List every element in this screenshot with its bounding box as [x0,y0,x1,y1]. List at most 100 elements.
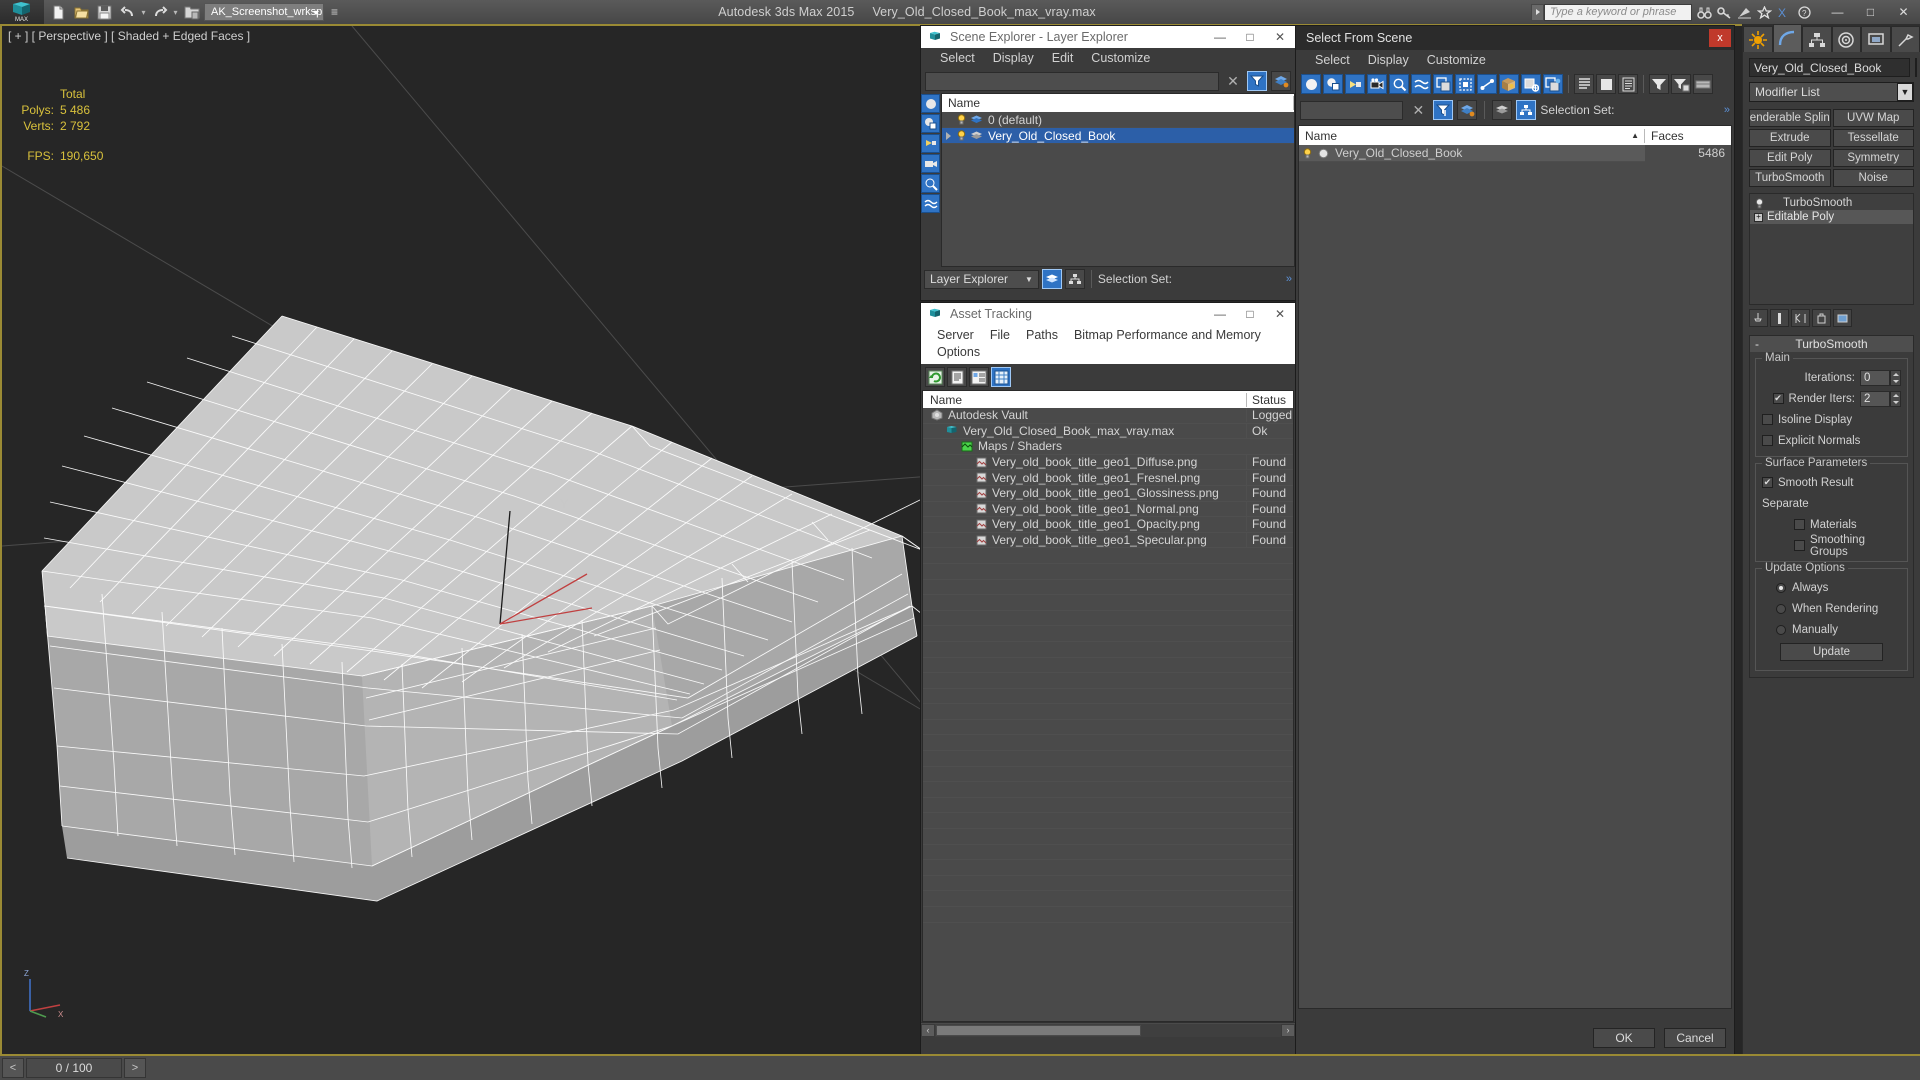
scene-explorer-column-header[interactable]: Name [942,94,1294,112]
asset-tracking-window[interactable]: Asset Tracking — □ ✕ Server File Paths B… [920,302,1296,1061]
update-button[interactable]: Update [1780,643,1883,661]
asset-row[interactable]: Very_old_book_title_geo1_Specular.png Fou… [923,533,1293,549]
utilities-tab[interactable] [1890,26,1920,52]
menu-bitmap-performance[interactable]: Bitmap Performance and Memory [1066,327,1269,344]
frame-counter[interactable]: 0 / 100 [26,1058,122,1078]
menu-display[interactable]: Display [984,48,1043,69]
frozen-objects-filter-icon[interactable] [1543,74,1563,94]
redo-dropdown-arrow[interactable]: ▾ [172,2,179,23]
asset-row-empty[interactable] [923,767,1293,783]
modifier-button-symmetry[interactable]: Symmetry [1832,149,1914,167]
scene-explorer-maximize[interactable]: □ [1235,26,1265,48]
cancel-button[interactable]: Cancel [1664,1028,1726,1048]
scene-explorer-window[interactable]: Scene Explorer - Layer Explorer — □ ✕ Se… [920,25,1296,301]
asset-table-header[interactable]: Name Status [923,391,1293,408]
explorer-mode-dropdown[interactable]: Layer Explorer ▼ [924,269,1039,289]
spacewarps-filter-icon[interactable] [921,194,940,213]
clear-search-icon[interactable]: ✕ [1407,101,1429,120]
next-frame-button[interactable]: > [124,1058,146,1078]
previous-frame-button[interactable]: < [2,1058,24,1078]
iterations-value[interactable]: 0 [1860,369,1890,386]
motion-tab[interactable] [1831,26,1861,52]
save-file-icon[interactable] [94,2,115,23]
asset-tracking-horizontal-scrollbar[interactable]: ‹ › [921,1022,1295,1037]
configure-modifier-sets-icon[interactable] [1833,309,1852,327]
scroll-right-button[interactable]: › [1281,1023,1295,1037]
layer-mode-toggle-icon[interactable] [1041,269,1062,289]
asset-row[interactable]: Very_old_book_title_geo1_Glossiness.png F… [923,486,1293,502]
pin-stack-icon[interactable] [1749,309,1768,327]
search-input[interactable]: Type a keyword or phrase [1544,3,1692,21]
workspace-overflow-icon[interactable]: ≡ [326,2,343,23]
lightbulb-icon[interactable] [1754,197,1765,209]
viewport-label[interactable]: [ + ] [ Perspective ] [ Shaded + Edged F… [8,29,250,43]
asset-row-empty[interactable] [923,876,1293,892]
menu-server[interactable]: Server [929,327,982,344]
clear-search-icon[interactable]: ✕ [1223,72,1243,91]
scene-object-row[interactable]: Very_Old_Closed_Book 5486 [1299,144,1731,162]
object-name-field[interactable] [1749,58,1910,77]
filter-funnel-icon[interactable] [1649,74,1669,94]
separate-materials-checkbox[interactable] [1794,519,1805,530]
lightbulb-icon[interactable] [1299,147,1316,159]
menu-customize[interactable]: Customize [1418,50,1495,71]
maximize-button[interactable]: □ [1854,0,1887,24]
render-iters-value[interactable]: 2 [1860,390,1890,407]
undo-dropdown-arrow[interactable]: ▾ [140,2,147,23]
expand-plus-icon[interactable]: + [1754,212,1763,222]
select-from-scene-list[interactable]: Name ▲ Faces Very_Old_Closed_Book 5486 [1298,125,1732,1009]
expand-triangle-icon[interactable] [942,132,954,140]
isoline-display-checkbox[interactable] [1762,414,1773,425]
modifier-list-dropdown[interactable]: Modifier List ▼ [1749,82,1914,102]
layer-row-very-old-closed-book[interactable]: Very_Old_Closed_Book [942,128,1294,144]
modifier-stack-item-editable-poly[interactable]: + Editable Poly [1750,210,1913,224]
asset-row-empty[interactable] [923,673,1293,689]
geometry-filter-icon[interactable] [921,94,940,113]
undo-icon[interactable] [117,2,138,23]
modifier-button-uvw-map[interactable]: UVW Map [1832,109,1914,127]
cameras-filter-icon[interactable] [1367,74,1387,94]
details-view-icon[interactable] [969,367,989,387]
lightbulb-icon[interactable] [954,130,968,141]
select-from-scene-dialog[interactable]: Select From Scene x Select Display Custo… [1295,25,1735,1056]
asset-row-empty[interactable] [923,829,1293,845]
select-from-scene-search-input[interactable] [1300,100,1404,120]
helpers-filter-icon[interactable] [921,174,940,193]
exchange-icon[interactable]: X [1775,3,1794,22]
shapes-filter-icon[interactable] [1323,74,1343,94]
filter-toggle-icon[interactable] [1247,71,1267,91]
asset-row[interactable]: Very_old_book_title_geo1_Diffuse.png Foun… [923,455,1293,471]
asset-tracking-titlebar[interactable]: Asset Tracking — □ ✕ [921,303,1295,325]
asset-row-empty[interactable] [923,735,1293,752]
modifier-button-extrude[interactable]: Extrude [1749,129,1831,147]
when-rendering-radio[interactable] [1776,603,1786,614]
modifier-stack-item-turbosmooth[interactable]: TurboSmooth [1750,196,1913,210]
key-icon[interactable] [1715,3,1734,22]
asset-row-empty[interactable] [923,798,1293,814]
satellite-dish-icon[interactable] [1735,3,1754,22]
modifier-button-turbosmooth[interactable]: TurboSmooth [1749,169,1831,187]
menu-options[interactable]: Options [929,344,988,361]
asset-row-empty[interactable] [923,907,1293,923]
asset-row-empty[interactable] [923,720,1293,736]
always-radio[interactable] [1776,582,1786,593]
menu-display[interactable]: Display [1359,50,1418,71]
object-color-swatch[interactable] [1915,58,1917,77]
layer-filter-icon[interactable] [1457,100,1478,120]
lights-filter-icon[interactable] [1345,74,1365,94]
particle-systems-filter-icon[interactable] [1521,74,1541,94]
asset-row-empty[interactable] [923,860,1293,876]
shapes-filter-icon[interactable] [921,114,940,133]
select-from-scene-titlebar[interactable]: Select From Scene x [1296,26,1734,50]
close-button[interactable]: ✕ [1887,0,1920,24]
lights-filter-icon[interactable] [921,134,940,153]
cameras-filter-icon[interactable] [921,154,940,173]
asset-row-empty[interactable] [923,704,1293,720]
modifier-button-tessellate[interactable]: Tessellate [1832,129,1914,147]
make-unique-icon[interactable] [1791,309,1810,327]
menu-paths[interactable]: Paths [1018,327,1066,344]
search-expand-arrow-icon[interactable] [1531,3,1544,21]
asset-tracking-maximize[interactable]: □ [1235,303,1265,325]
asset-tracking-table[interactable]: Name Status Autodesk Vault Logged Very_Old… [922,390,1294,1022]
asset-row-empty[interactable] [923,658,1293,674]
